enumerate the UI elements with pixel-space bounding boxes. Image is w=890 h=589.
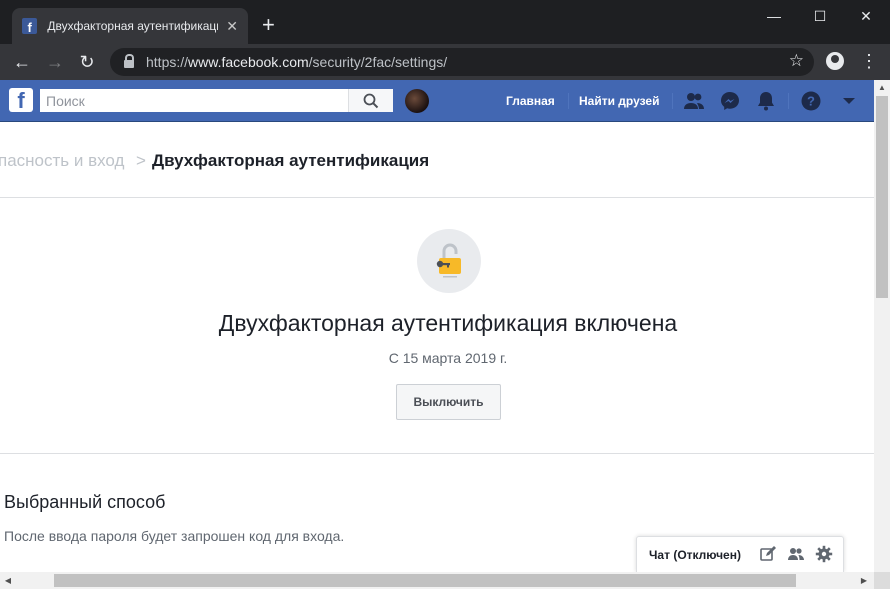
browser-toolbar: ← → ↻ https://www.facebook.com/security/…	[0, 44, 890, 80]
horizontal-scroll-thumb[interactable]	[54, 574, 796, 587]
browser-menu-icon[interactable]: ⋮	[860, 50, 878, 72]
disable-2fa-button[interactable]: Выключить	[396, 384, 501, 420]
chat-status-label[interactable]: Чат (Отключен)	[649, 548, 741, 562]
scroll-right-arrow-icon[interactable]: ▶	[856, 573, 872, 589]
help-icon[interactable]: ?	[800, 90, 822, 112]
maximize-button[interactable]: ☐	[810, 6, 830, 26]
search-button[interactable]	[348, 89, 393, 112]
vertical-scroll-thumb[interactable]	[874, 96, 890, 298]
window-close-button[interactable]: ✕	[856, 6, 876, 26]
two-factor-status-section: Двухфакторная аутентификация включена С …	[0, 198, 874, 454]
nav-divider	[672, 93, 673, 109]
scroll-left-arrow-icon[interactable]: ◀	[0, 573, 16, 589]
page-title: Двухфакторная аутентификация	[152, 151, 430, 170]
nav-divider	[568, 93, 569, 109]
selected-method-description: После ввода пароля будет запрошен код дл…	[4, 528, 345, 544]
facebook-header: f Главная Найти друзей ?	[0, 80, 874, 122]
facebook-logo-icon[interactable]: f	[9, 88, 33, 112]
status-heading: Двухфакторная аутентификация включена	[218, 310, 678, 336]
selected-method-heading: Выбранный способ	[4, 492, 166, 512]
facebook-favicon-icon: f	[22, 18, 38, 34]
search-input[interactable]	[40, 89, 348, 112]
url-text: https://www.facebook.com/security/2fac/s…	[146, 54, 448, 70]
new-tab-button[interactable]: +	[262, 14, 275, 36]
nav-find-friends-link[interactable]: Найти друзей	[579, 94, 659, 108]
page-viewport: f Главная Найти друзей ?	[0, 80, 874, 572]
account-menu-icon[interactable]	[838, 90, 860, 112]
back-arrow-icon[interactable]: ←	[11, 51, 33, 73]
browser-tab[interactable]: f Двухфакторная аутентификация ✕	[12, 8, 248, 44]
settings-gear-icon[interactable]	[815, 545, 833, 563]
breadcrumb-separator: >	[136, 151, 146, 170]
scrollbar-corner	[874, 572, 890, 589]
bookmark-star-icon[interactable]: ☆	[789, 51, 804, 71]
messenger-icon[interactable]	[719, 90, 741, 112]
minimize-button[interactable]: —	[764, 6, 784, 26]
notifications-icon[interactable]	[755, 90, 777, 112]
tab-title: Двухфакторная аутентификация	[47, 19, 219, 33]
address-bar[interactable]: https://www.facebook.com/security/2fac/s…	[110, 48, 814, 76]
chat-sidebar-tab[interactable]: Чат (Отключен)	[636, 536, 844, 572]
search-box	[40, 89, 393, 112]
compose-icon[interactable]	[759, 545, 777, 563]
nav-home-link[interactable]: Главная	[506, 94, 555, 108]
profile-icon[interactable]	[826, 52, 844, 70]
secure-lock-icon	[124, 54, 134, 68]
tab-close-icon[interactable]: ✕	[226, 18, 238, 35]
lock-badge	[417, 229, 481, 293]
scroll-up-arrow-icon[interactable]: ▲	[874, 80, 890, 96]
svg-text:?: ?	[807, 94, 815, 109]
avatar[interactable]	[405, 89, 429, 113]
breadcrumb-security-link[interactable]: пасность и вход	[0, 151, 124, 171]
enabled-since-date: С 15 марта 2019 г.	[388, 350, 508, 366]
group-chat-icon[interactable]	[787, 545, 805, 563]
browser-titlebar: f Двухфакторная аутентификация ✕ + — ☐ ✕	[0, 0, 890, 44]
search-icon	[363, 93, 379, 108]
breadcrumb: пасность и вход > Двухфакторная аутентиф…	[0, 122, 874, 198]
forward-arrow-icon[interactable]: →	[44, 51, 66, 73]
unlocked-padlock-key-icon	[436, 243, 461, 278]
reload-icon[interactable]: ↻	[76, 51, 98, 73]
friend-requests-icon[interactable]	[683, 90, 705, 112]
nav-divider	[788, 93, 789, 109]
